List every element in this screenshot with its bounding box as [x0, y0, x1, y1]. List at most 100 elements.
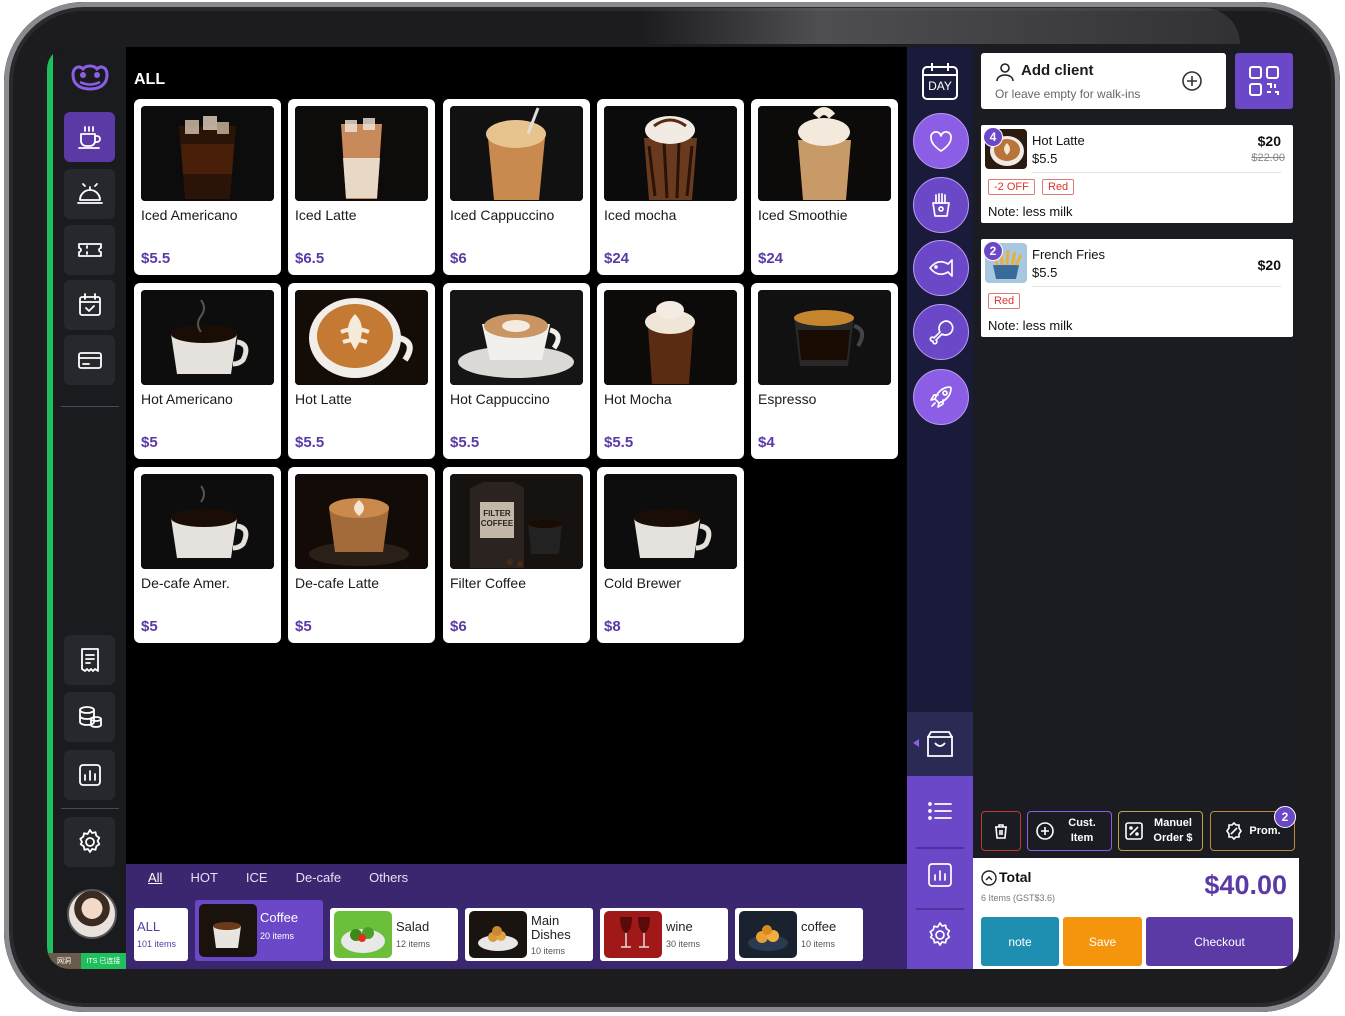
category-name: coffee — [801, 919, 837, 934]
category-count: 10 items — [531, 946, 566, 956]
note-button[interactable]: note — [981, 917, 1059, 966]
nav-coffee-button[interactable] — [64, 112, 115, 162]
product-card[interactable]: Hot Latte $5.5 — [288, 283, 435, 459]
delete-button[interactable] — [981, 811, 1021, 851]
total-amount: $40.00 — [1204, 870, 1287, 900]
product-card[interactable]: FILTER COFFEE Filter Coffee $6 — [443, 467, 590, 643]
tab-hot[interactable]: HOT — [190, 870, 217, 885]
product-card[interactable]: Hot Cappuccino $5.5 — [443, 283, 590, 459]
product-card[interactable]: Iced Smoothie $24 — [751, 99, 898, 275]
coins-stack-icon — [78, 706, 102, 728]
nav-calendar-button[interactable] — [64, 280, 115, 330]
product-image — [604, 474, 737, 569]
product-card[interactable]: De-cafe Latte $5 — [288, 467, 435, 643]
category-wine[interactable]: wine 30 items — [600, 908, 728, 961]
order-item-total: $20 — [1257, 133, 1281, 149]
product-name: Espresso — [758, 391, 817, 407]
list-icon[interactable] — [925, 796, 955, 826]
order-item[interactable]: 2 French Fries $5.5 $20 Red Note: less m… — [981, 239, 1293, 337]
product-name: Hot Mocha — [604, 391, 672, 407]
product-card[interactable]: De-cafe Amer. $5 — [134, 467, 281, 643]
total-label: Total — [999, 869, 1032, 885]
order-item-note: Note: less milk — [988, 318, 1073, 333]
svg-text:COFFEE: COFFEE — [481, 519, 514, 528]
category-coffee-2[interactable]: coffee 10 items — [735, 908, 863, 961]
day-button[interactable]: DAY — [921, 61, 959, 101]
rail-divider — [916, 847, 964, 849]
product-image: FILTER COFFEE — [450, 474, 583, 569]
product-price: $5.5 — [141, 250, 171, 267]
boost-button[interactable] — [913, 369, 969, 425]
product-card[interactable]: Iced mocha $24 — [597, 99, 744, 275]
fish-icon — [929, 259, 953, 277]
product-card[interactable]: Espresso $4 — [751, 283, 898, 459]
nav-card-button[interactable] — [64, 335, 115, 385]
product-card[interactable]: Iced Americano $5.5 — [134, 99, 281, 275]
connection-status-strip: 网洞 ITS 已连接 — [47, 953, 126, 969]
qr-scan-button[interactable] — [1235, 53, 1293, 109]
nav-service-button[interactable] — [64, 169, 115, 219]
product-price: $24 — [758, 250, 784, 267]
tab-ice[interactable]: ICE — [246, 870, 268, 885]
category-name: Coffee — [260, 910, 299, 925]
product-image — [604, 290, 737, 385]
category-name: Salad — [396, 919, 430, 934]
add-client-field[interactable]: Add client Or leave empty for walk-ins — [981, 53, 1226, 109]
nav-orders-button[interactable] — [64, 635, 115, 685]
order-item-name: French Fries — [1032, 247, 1105, 262]
quantity-badge: 4 — [983, 127, 1003, 147]
product-price: $6 — [450, 618, 467, 635]
product-price: $5 — [141, 618, 158, 635]
bar-chart-icon[interactable] — [925, 860, 955, 890]
category-thumbnail — [469, 911, 527, 958]
category-all[interactable]: ALL 101 items — [134, 908, 188, 961]
nav-reports-button[interactable] — [64, 750, 115, 800]
calendar-check-icon — [78, 293, 101, 316]
order-item-unit-price: $5.5 — [1032, 151, 1058, 166]
bezel-glare — [640, 8, 1240, 44]
product-price: $4 — [758, 434, 775, 451]
product-card[interactable]: Hot Mocha $5.5 — [597, 283, 744, 459]
product-card[interactable]: Iced Latte $6.5 — [288, 99, 435, 275]
tab-others[interactable]: Others — [369, 870, 408, 885]
category-salad[interactable]: Salad 12 items — [330, 908, 458, 961]
tab-all[interactable]: All — [148, 870, 162, 885]
chicken-category-button[interactable] — [913, 304, 969, 360]
category-name: Main Dishes — [531, 913, 571, 942]
product-card[interactable]: Iced Cappuccino $6 — [443, 99, 590, 275]
fish-category-button[interactable] — [913, 240, 969, 296]
user-avatar[interactable] — [67, 889, 117, 939]
category-coffee[interactable]: Coffee 20 items — [195, 900, 323, 961]
page-title: ALL — [134, 71, 166, 88]
gear-icon[interactable] — [925, 920, 955, 950]
fries-category-button[interactable] — [913, 177, 969, 233]
product-name: Hot Cappuccino — [450, 391, 550, 407]
custom-item-button[interactable]: Cust. Item — [1027, 811, 1112, 851]
promo-button[interactable]: Prom. 2 — [1210, 806, 1296, 851]
heart-icon — [930, 131, 952, 152]
nav-cash-button[interactable] — [64, 692, 115, 742]
save-button[interactable]: Save — [1063, 917, 1142, 966]
product-card[interactable]: Hot Americano $5 — [134, 283, 281, 459]
chevron-up-circle-icon[interactable] — [981, 870, 997, 886]
add-circle-icon — [1036, 822, 1054, 840]
order-item[interactable]: 4 Hot Latte $5.5 $20 $22.00 -2 OFF Red N… — [981, 125, 1293, 223]
nav-ticket-button[interactable] — [64, 225, 115, 275]
cart-button[interactable] — [907, 712, 973, 776]
tab-decafe[interactable]: De-cafe — [296, 870, 342, 885]
order-item-note: Note: less milk — [988, 204, 1073, 219]
product-name: Filter Coffee — [450, 575, 526, 591]
add-circle-icon[interactable] — [1181, 70, 1203, 92]
checkout-button[interactable]: Checkout — [1146, 917, 1293, 966]
total-items-summary: 6 Items (GST$3.6) — [981, 893, 1056, 903]
promo-count-badge: 2 — [1274, 806, 1296, 828]
promo-label: Prom. — [1249, 824, 1281, 837]
gear-icon — [78, 829, 100, 853]
favorites-button[interactable] — [913, 113, 969, 169]
product-card[interactable]: Cold Brewer $8 — [597, 467, 744, 643]
manual-order-button[interactable]: Manuel Order $ — [1118, 811, 1203, 851]
nav-settings-button[interactable] — [64, 817, 115, 867]
network-status: 网洞 — [47, 953, 81, 969]
category-main-dishes[interactable]: Main Dishes 10 items — [465, 908, 593, 961]
product-price: $8 — [604, 618, 621, 635]
